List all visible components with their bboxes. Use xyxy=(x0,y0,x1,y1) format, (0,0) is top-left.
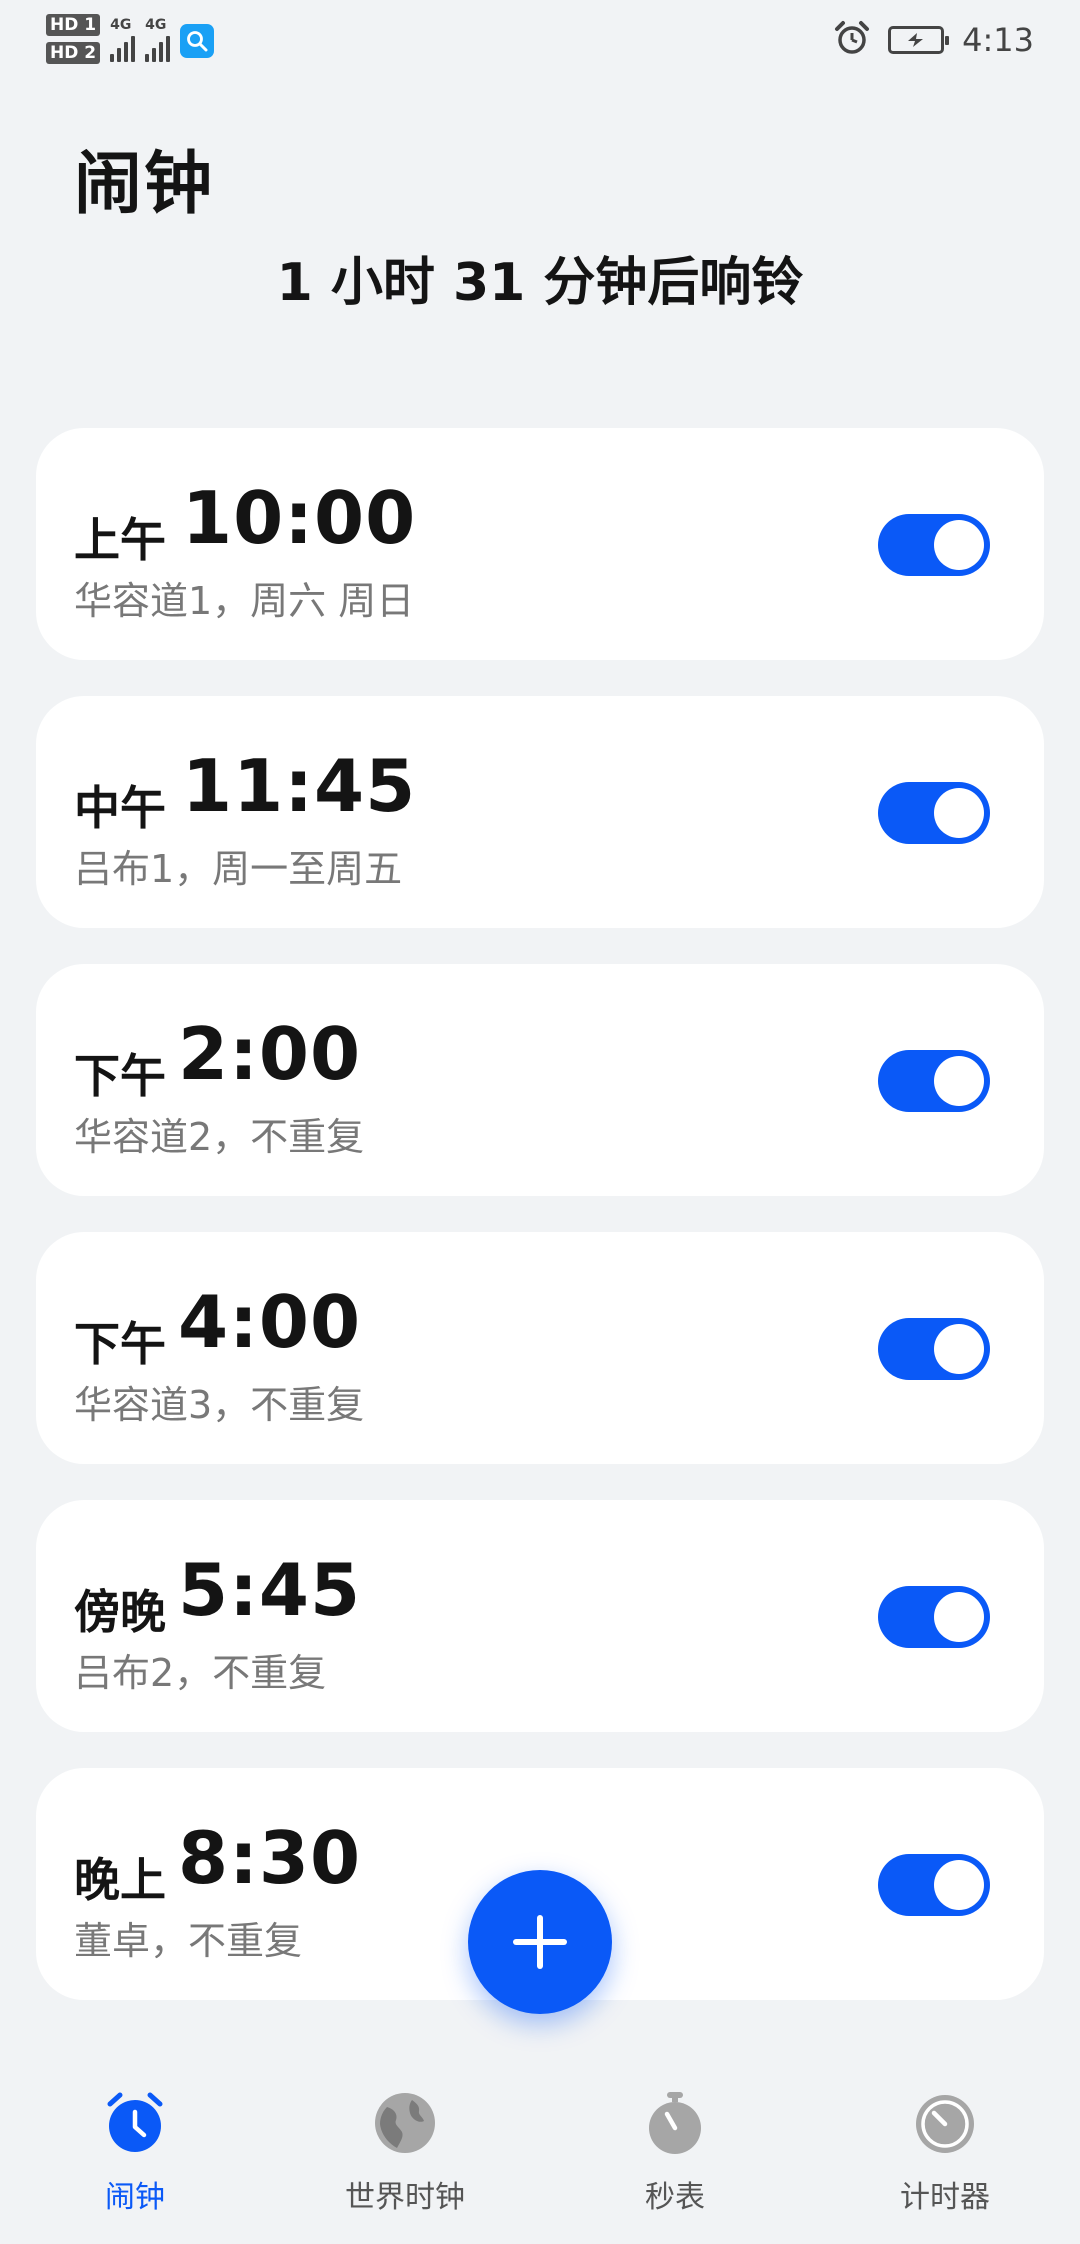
alarm-time: 11:45 xyxy=(182,744,417,828)
sim2-badge: HD 2 xyxy=(46,42,101,64)
globe-icon xyxy=(372,2090,438,2156)
alarm-description: 吕布2，不重复 xyxy=(74,1651,327,1695)
stopwatch-icon xyxy=(642,2090,708,2156)
signal-2: 4G xyxy=(145,17,171,62)
alarm-toggle[interactable] xyxy=(878,1318,990,1380)
signal-bars-icon xyxy=(110,32,136,62)
tab-stopwatch[interactable]: 秒表 xyxy=(555,2090,795,2216)
alarm-card[interactable]: 上午 10:00 华容道1，周六 周日 xyxy=(36,428,1044,660)
add-alarm-button[interactable] xyxy=(468,1870,612,2014)
alarm-period: 下午 xyxy=(74,1317,166,1371)
status-right: 4:13 xyxy=(834,20,1034,60)
alarm-status-icon xyxy=(834,20,870,60)
tab-timer[interactable]: 计时器 xyxy=(825,2090,1065,2216)
toggle-knob xyxy=(934,520,984,570)
alarm-description: 华容道2，不重复 xyxy=(74,1115,365,1159)
battery-charging-icon xyxy=(888,26,950,54)
network-type-2: 4G xyxy=(145,17,167,33)
alarm-period: 傍晚 xyxy=(74,1585,166,1639)
bottom-nav: 闹钟 世界时钟 秒表 计时器 xyxy=(0,2090,1080,2244)
toggle-knob xyxy=(934,788,984,838)
alarm-period: 中午 xyxy=(74,781,166,835)
tab-label: 世界时钟 xyxy=(345,2180,465,2215)
toggle-knob xyxy=(934,1592,984,1642)
alarm-toggle[interactable] xyxy=(878,514,990,576)
alarm-description: 吕布1，周一至周五 xyxy=(74,847,403,891)
plus-icon xyxy=(513,1915,567,1969)
alarm-description: 董卓，不重复 xyxy=(74,1919,303,1963)
tab-label: 闹钟 xyxy=(105,2180,165,2215)
tab-alarm[interactable]: 闹钟 xyxy=(15,2090,255,2216)
status-bar: HD 1 HD 2 4G 4G 4:13 xyxy=(0,0,1080,90)
tab-label: 秒表 xyxy=(645,2180,705,2215)
status-left: HD 1 HD 2 4G 4G xyxy=(46,14,215,64)
alarm-toggle[interactable] xyxy=(878,1050,990,1112)
alarm-period: 上午 xyxy=(74,513,166,567)
signal-bars-icon xyxy=(145,32,171,62)
tab-label: 计时器 xyxy=(900,2180,990,2215)
alarm-period: 晚上 xyxy=(74,1853,166,1907)
alarm-card[interactable]: 中午 11:45 吕布1，周一至周五 xyxy=(36,696,1044,928)
toggle-knob xyxy=(934,1324,984,1374)
alarm-card[interactable]: 下午 4:00 华容道3，不重复 xyxy=(36,1232,1044,1464)
alarm-time: 2:00 xyxy=(178,1012,362,1096)
status-time: 4:13 xyxy=(962,21,1034,59)
page-title: 闹钟 xyxy=(74,145,215,224)
sim-indicators: HD 1 HD 2 xyxy=(46,14,101,64)
alarm-card[interactable]: 下午 2:00 华容道2，不重复 xyxy=(36,964,1044,1196)
signal-1: 4G xyxy=(110,17,136,62)
timer-icon xyxy=(912,2090,978,2156)
alarm-time: 8:30 xyxy=(178,1816,362,1900)
alarm-description: 华容道3，不重复 xyxy=(74,1383,365,1427)
alarm-clock-icon xyxy=(102,2090,168,2156)
alarm-time: 10:00 xyxy=(182,476,417,560)
network-type-1: 4G xyxy=(110,17,132,33)
alarm-period: 下午 xyxy=(74,1049,166,1103)
next-alarm-countdown: 1 小时 31 分钟后响铃 xyxy=(276,253,804,313)
alarm-time: 5:45 xyxy=(178,1548,362,1632)
toggle-knob xyxy=(934,1860,984,1910)
sim1-badge: HD 1 xyxy=(46,14,101,36)
alarm-card[interactable]: 傍晚 5:45 吕布2，不重复 xyxy=(36,1500,1044,1732)
search-app-icon xyxy=(180,24,215,58)
alarm-toggle[interactable] xyxy=(878,1586,990,1648)
toggle-knob xyxy=(934,1056,984,1106)
alarm-description: 华容道1，周六 周日 xyxy=(74,579,415,623)
alarm-time: 4:00 xyxy=(178,1280,362,1364)
alarm-toggle[interactable] xyxy=(878,782,990,844)
alarm-toggle[interactable] xyxy=(878,1854,990,1916)
tab-world-clock[interactable]: 世界时钟 xyxy=(285,2090,525,2216)
